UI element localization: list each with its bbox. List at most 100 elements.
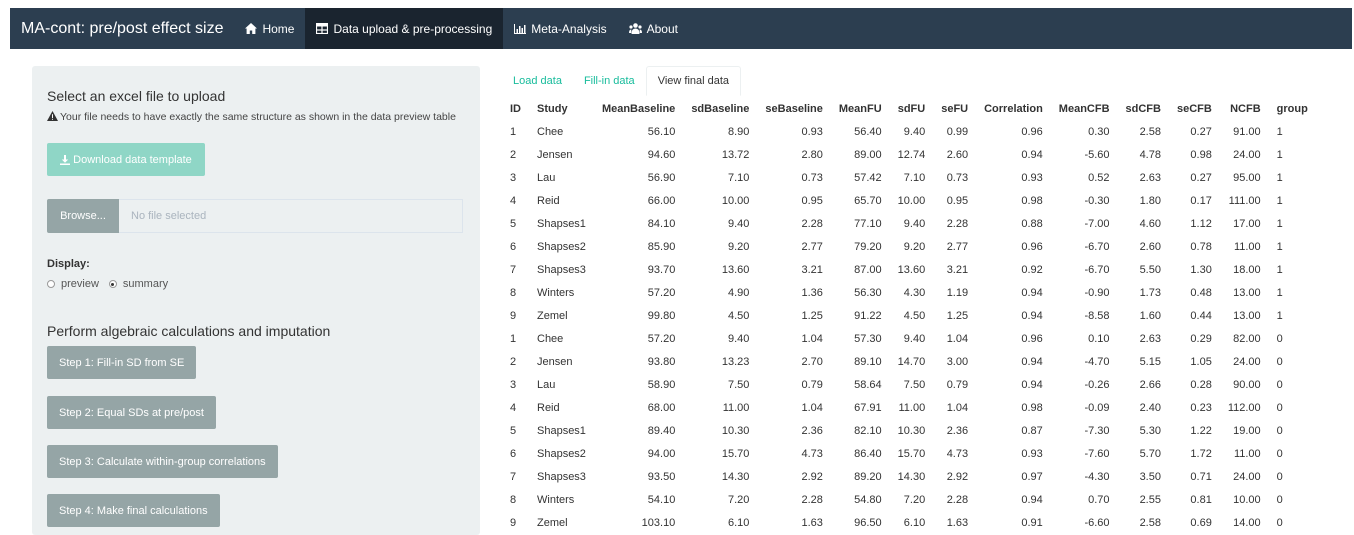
table-cell: -0.09 bbox=[1084, 401, 1110, 414]
table-cell: 0.79 bbox=[801, 378, 823, 391]
table-cell: 7 bbox=[510, 263, 517, 276]
browse-button[interactable]: Browse... bbox=[47, 199, 119, 233]
table-cell: -0.30 bbox=[1084, 194, 1110, 207]
chart-icon bbox=[514, 23, 527, 34]
table-cell: Reid bbox=[537, 401, 560, 414]
table-cell: 0.94 bbox=[1021, 286, 1043, 299]
table-cell: 0.96 bbox=[1021, 332, 1043, 345]
table-cell: 89.20 bbox=[854, 470, 882, 483]
table-cell: 13.60 bbox=[897, 263, 926, 276]
tab-view-final-data[interactable]: View final data bbox=[645, 66, 742, 96]
table-cell: 0 bbox=[1276, 378, 1283, 391]
table-cell: 1 bbox=[1276, 217, 1283, 230]
radio-summary[interactable]: summary bbox=[108, 278, 168, 290]
table-cell: 0.94 bbox=[1021, 355, 1043, 368]
table-cell: Reid bbox=[537, 194, 560, 207]
table-row: 7 Shapses3 93.70 13.60 3.21 87.00 13.60 3.21 0.9… bbox=[502, 258, 1316, 281]
radio-summary-circle[interactable] bbox=[108, 280, 117, 288]
table-cell: 4.60 bbox=[1139, 217, 1161, 230]
nav-meta-analysis[interactable]: Meta-Analysis bbox=[503, 8, 617, 49]
table-cell: Jensen bbox=[537, 148, 573, 161]
nav-home[interactable]: Home bbox=[234, 8, 305, 49]
table-cell: 11.00 bbox=[1233, 447, 1261, 460]
step2-button[interactable]: Step 2: Equal SDs at pre/post bbox=[47, 396, 216, 429]
table-cell: 0.17 bbox=[1190, 194, 1212, 207]
table-cell: 0.44 bbox=[1190, 309, 1212, 322]
table-cell: 1 bbox=[1276, 125, 1283, 138]
table-cell: 14.30 bbox=[721, 470, 750, 483]
table-cell: 0.81 bbox=[1190, 493, 1212, 506]
table-cell: -0.26 bbox=[1084, 378, 1110, 391]
table-cell: 0.73 bbox=[946, 171, 969, 184]
table-cell: -8.58 bbox=[1084, 309, 1110, 322]
table-cell: 1 bbox=[1276, 148, 1283, 161]
table-cell: 1 bbox=[510, 332, 517, 345]
table-row: 2 Jensen 94.60 13.72 2.80 89.00 12.74 2.60 0.94 -… bbox=[502, 143, 1316, 166]
download-template-label: Download data template bbox=[73, 153, 192, 166]
table-cell: 10.00 bbox=[721, 194, 750, 207]
column-header: sdCFB bbox=[1125, 103, 1161, 115]
table-cell: Lau bbox=[537, 378, 556, 391]
table-cell: 1.63 bbox=[801, 516, 823, 529]
table-cell: 1.04 bbox=[801, 332, 823, 345]
table-cell: 24.00 bbox=[1233, 148, 1261, 161]
table-cell: 2.60 bbox=[1139, 240, 1161, 253]
table-cell: 1.72 bbox=[1190, 447, 1212, 460]
table-cell: Shapses1 bbox=[537, 424, 586, 437]
table-cell: 2.36 bbox=[801, 424, 823, 437]
radio-preview[interactable]: preview bbox=[47, 278, 99, 290]
table-cell: 2.28 bbox=[946, 493, 969, 506]
table-cell: 0.29 bbox=[1190, 332, 1212, 345]
table-cell: 8 bbox=[510, 286, 517, 299]
tab-load-data[interactable]: Load data bbox=[502, 66, 573, 96]
table-cell: 13.23 bbox=[721, 355, 750, 368]
table-cell: 1.80 bbox=[1139, 194, 1161, 207]
column-header: seFU bbox=[941, 103, 969, 115]
table-cell: 9 bbox=[510, 516, 517, 529]
table-cell: 0.69 bbox=[1190, 516, 1212, 529]
table-cell: Shapses2 bbox=[537, 240, 586, 253]
app-brand[interactable]: MA-cont: pre/post effect size bbox=[10, 20, 234, 38]
table-row: 4 Reid 68.00 11.00 1.04 67.91 11.00 1.04 0.98 -0.… bbox=[502, 396, 1316, 419]
table-cell: Winters bbox=[537, 286, 575, 299]
table-body: 1 Chee 56.10 8.90 0.93 56.40 9.40 0.99 0.96 0.30 2… bbox=[502, 120, 1316, 534]
table-cell: -6.70 bbox=[1084, 263, 1110, 276]
column-header: seCFB bbox=[1176, 103, 1212, 115]
table-cell: 2 bbox=[510, 355, 517, 368]
table-cell: 111.00 bbox=[1228, 194, 1261, 207]
table-cell: 58.64 bbox=[854, 378, 882, 391]
table-cell: 0.87 bbox=[1021, 424, 1043, 437]
download-template-button[interactable]: Download data template bbox=[47, 143, 205, 176]
table-cell: 9 bbox=[510, 309, 517, 322]
step3-button[interactable]: Step 3: Calculate within-group correlati… bbox=[47, 445, 278, 478]
tab-fill-in-data[interactable]: Fill-in data bbox=[573, 66, 646, 96]
table-cell: 7 bbox=[510, 470, 517, 483]
table-cell: 4.90 bbox=[727, 286, 750, 299]
nav-data-upload[interactable]: Data upload & pre-processing bbox=[305, 8, 504, 49]
step1-button[interactable]: Step 1: Fill-in SD from SE bbox=[47, 346, 197, 379]
table-cell: -7.30 bbox=[1084, 424, 1110, 437]
table-cell: 56.90 bbox=[647, 171, 676, 184]
column-header: sdBaseline bbox=[691, 103, 750, 115]
file-name-field[interactable]: No file selected bbox=[119, 199, 463, 233]
nav-about-label: About bbox=[646, 21, 678, 36]
table-cell: 0 bbox=[1276, 355, 1283, 368]
table-cell: 2.63 bbox=[1139, 332, 1161, 345]
table-cell: 89.10 bbox=[854, 355, 882, 368]
table-cell: 4.78 bbox=[1139, 148, 1161, 161]
table-cell: 0.92 bbox=[1021, 263, 1043, 276]
table-cell: 8.90 bbox=[727, 125, 750, 138]
table-row: 1 Chee 57.20 9.40 1.04 57.30 9.40 1.04 0.96 0.10 2… bbox=[502, 327, 1316, 350]
step4-button[interactable]: Step 4: Make final calculations bbox=[47, 494, 220, 527]
table-cell: 0.88 bbox=[1021, 217, 1043, 230]
table-cell: 1.04 bbox=[801, 401, 823, 414]
radio-preview-circle[interactable] bbox=[47, 280, 55, 288]
table-cell: 0.28 bbox=[1190, 378, 1212, 391]
table-cell: 0.71 bbox=[1190, 470, 1212, 483]
table-cell: 0.96 bbox=[1021, 240, 1043, 253]
table-cell: 7.10 bbox=[903, 171, 926, 184]
table-cell: 11.00 bbox=[898, 401, 926, 414]
table-cell: 1 bbox=[1276, 171, 1283, 184]
table-cell: 85.90 bbox=[647, 240, 676, 253]
nav-about[interactable]: About bbox=[618, 8, 689, 49]
